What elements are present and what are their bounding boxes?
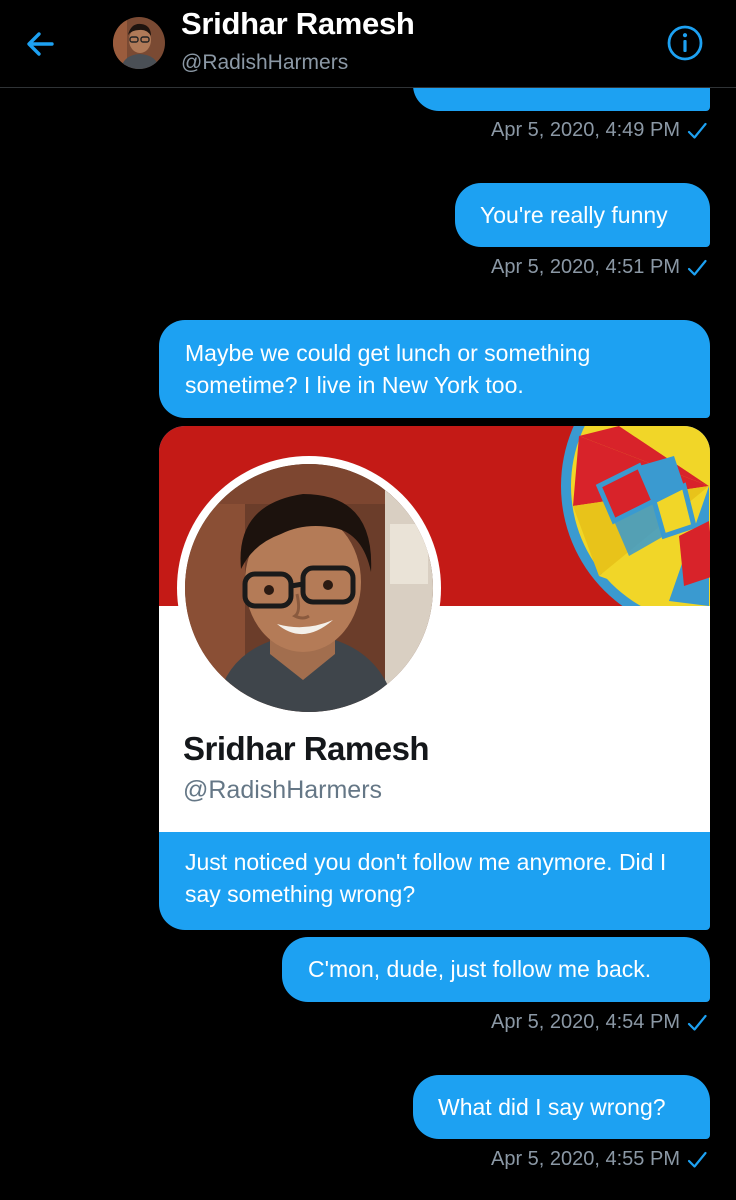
avatar-image xyxy=(113,17,165,69)
message-text: C'mon, dude, just follow me back. xyxy=(308,956,652,982)
checkmark-icon xyxy=(687,1151,707,1168)
timestamp-text: Apr 5, 2020, 4:55 PM xyxy=(490,1148,680,1170)
checkmark-icon xyxy=(687,122,707,139)
back-button[interactable] xyxy=(22,26,58,62)
timestamp-text: Apr 5, 2020, 4:49 PM xyxy=(490,119,680,141)
message-bubble[interactable]: What did I say wrong? xyxy=(413,1075,710,1139)
profile-card[interactable]: Sridhar Ramesh @RadishHarmers Just notic… xyxy=(159,426,710,930)
message-timestamp: Apr 5, 2020, 4:54 PM xyxy=(491,1011,708,1034)
checkmark-icon xyxy=(687,259,707,276)
profile-avatar-image xyxy=(185,464,433,712)
message-bubble[interactable]: C'mon, dude, just follow me back. xyxy=(282,937,710,1002)
banner-art xyxy=(561,426,710,606)
timestamp-text: Apr 5, 2020, 4:54 PM xyxy=(490,1011,680,1033)
profile-card-message: Just noticed you don't follow me anymore… xyxy=(185,849,667,907)
message-timestamp: Apr 5, 2020, 4:51 PM xyxy=(491,256,708,279)
message-text: What did I say wrong? xyxy=(438,1094,666,1120)
profile-name: Sridhar Ramesh xyxy=(183,730,430,767)
profile-avatar xyxy=(177,456,441,720)
message-timestamp: Apr 5, 2020, 4:49 PM xyxy=(491,119,708,142)
avatar[interactable] xyxy=(113,17,165,69)
checkmark-icon xyxy=(687,1014,707,1031)
conversation-header: Sridhar Ramesh @RadishHarmers xyxy=(0,0,736,88)
info-icon xyxy=(667,25,703,61)
contact-name: Sridhar Ramesh xyxy=(181,6,415,41)
timestamp-text: Apr 5, 2020, 4:51 PM xyxy=(490,256,680,278)
message-bubble[interactable]: Maybe we could get lunch or something so… xyxy=(159,320,710,418)
message-text: Maybe we could get lunch or something so… xyxy=(185,340,591,398)
arrow-left-icon xyxy=(27,32,54,56)
message-timestamp: Apr 5, 2020, 4:55 PM xyxy=(491,1148,708,1171)
contact-handle: @RadishHarmers xyxy=(181,51,349,74)
message-bubble[interactable]: You're really funny xyxy=(455,183,710,247)
info-button[interactable] xyxy=(666,24,704,62)
message-text: You're really funny xyxy=(480,202,668,228)
profile-handle: @RadishHarmers xyxy=(183,776,383,804)
